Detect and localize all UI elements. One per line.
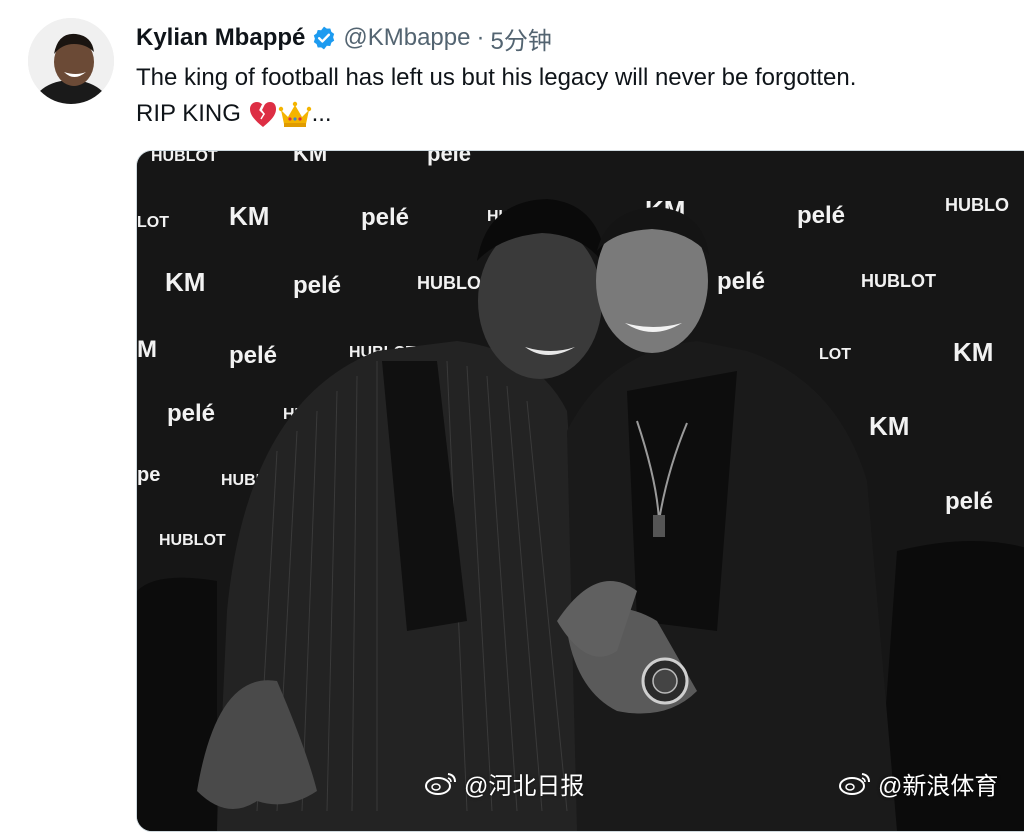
verified-badge-icon [314,26,335,50]
watermark-right-text: @新浪体育 [878,772,999,800]
svg-text:pelé: pelé [229,342,277,369]
svg-text:M: M [137,336,157,363]
svg-text:KM: KM [293,151,327,166]
tweet-header: Kylian Mbappé @KMbappe · 5分钟 [136,20,552,56]
svg-text:HUBLO: HUBLO [945,195,1009,215]
tweet-timestamp[interactable]: 5分钟 [490,21,551,56]
crown-emoji [278,101,311,127]
svg-text:HUBLOT: HUBLOT [861,271,936,291]
tweet-text-line-1: The king of football has left us but his… [136,64,857,91]
separator-dot: · [476,24,485,51]
svg-text:pelé: pelé [945,488,993,515]
svg-text:pe: pe [137,464,160,486]
svg-text:pelé: pelé [717,268,765,295]
avatar[interactable] [28,18,114,104]
watermark-hebei-daily: @河北日报 [424,768,585,800]
svg-text:KM: KM [165,267,205,297]
tweet-text-ellipsis: ... [311,100,332,127]
avatar-photo [28,18,114,104]
svg-text:KM: KM [953,337,993,367]
tweet-text-rip-king: RIP KING [136,100,241,127]
svg-text:LOT: LOT [819,346,851,363]
broken-heart-emoji [249,101,276,127]
svg-text:pelé: pelé [293,272,341,299]
tweet-text: The king of football has left us but his… [136,60,1006,132]
svg-text:pelé: pelé [797,202,845,229]
svg-text:pelé: pelé [427,151,471,166]
svg-text:KM: KM [229,201,269,231]
author-name[interactable]: Kylian Mbappé [136,24,305,52]
weibo-logo-icon [839,773,870,795]
svg-text:KM: KM [869,411,909,441]
svg-text:HUBLO: HUBLO [417,273,481,293]
watermark-sina-sports: @新浪体育 [838,768,999,800]
svg-text:pelé: pelé [167,400,215,427]
weibo-logo-icon [425,773,456,795]
svg-text:LOT: LOT [137,214,169,231]
author-handle[interactable]: @KMbappe [343,24,470,52]
svg-text:pelé: pelé [361,204,409,231]
tweet-text-line-2: RIP KING ... [136,96,1006,132]
watermark-left-text: @河北日报 [464,772,585,800]
photo-pele-and-mbappe: HUBLOT KM pelé LOT KM pelé HUB KM pelé H… [137,151,1024,831]
tweet-media-photo[interactable]: HUBLOT KM pelé LOT KM pelé HUB KM pelé H… [136,150,1024,832]
svg-text:HUBLOT: HUBLOT [151,151,218,165]
svg-text:HUBLOT: HUBLOT [159,532,226,549]
